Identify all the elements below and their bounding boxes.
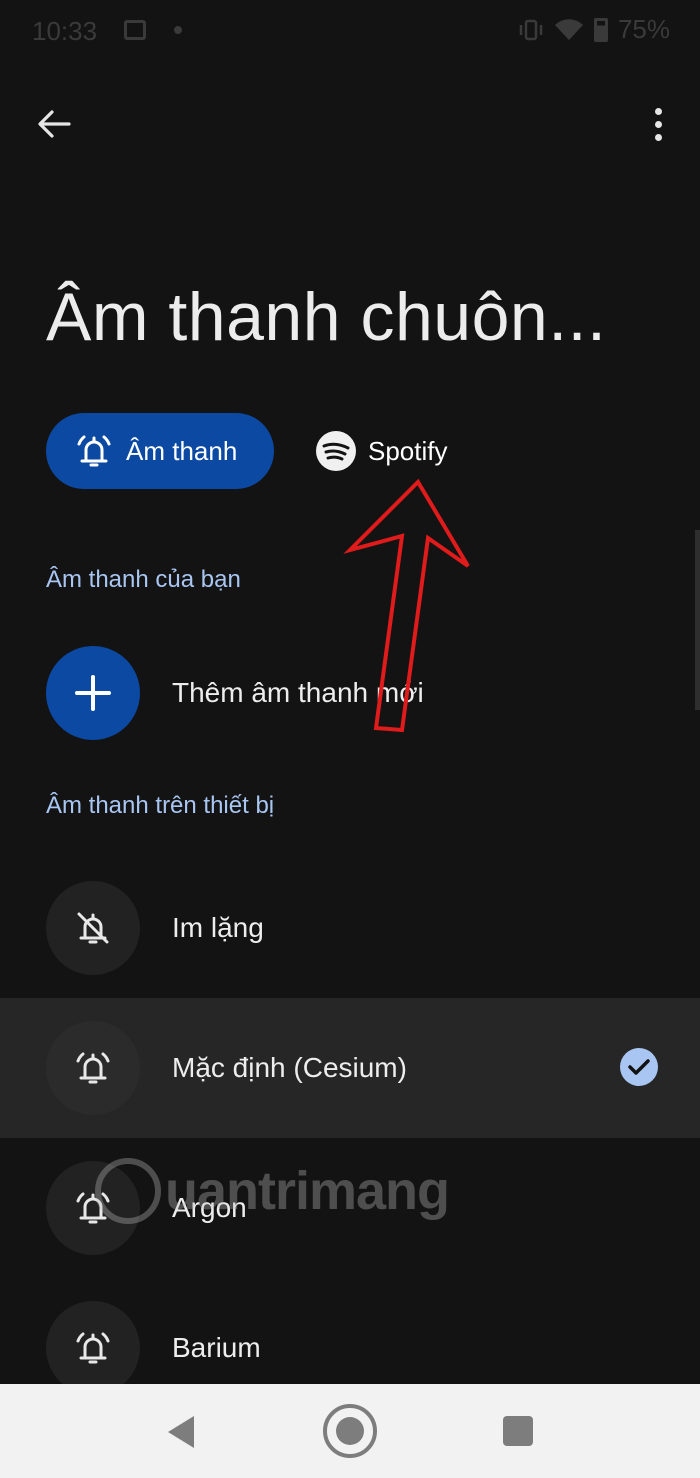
section-device-sounds: Âm thanh trên thiết bị [46,792,275,819]
status-time: 10:33 [32,16,98,46]
nav-home-icon[interactable] [323,1404,377,1458]
alarm-bell-icon [77,435,111,467]
battery-percent: 75% [617,14,670,44]
navigation-bar [0,1384,700,1478]
status-right: 75% [518,14,670,45]
battery-icon [593,17,608,42]
more-vert-icon [654,107,662,115]
chip-sounds[interactable]: Âm thanh [46,413,274,489]
status-bar: 10:33 75% [0,0,700,60]
chip-sounds-label: Âm thanh [126,435,238,466]
spotify-icon [316,431,356,471]
vibrate-icon [519,19,543,40]
watermark: uantrimang [95,1158,450,1224]
watermark-text: uantrimang [165,1161,450,1221]
sound-label: Barium [172,1332,261,1363]
image-notification-icon [124,20,146,40]
plus-icon [46,646,140,740]
alarm-bell-icon [46,1021,140,1115]
lightbulb-icon [95,1158,161,1224]
check-circle-icon [620,1048,658,1086]
alarm-bell-icon [46,1301,140,1395]
top-app-bar [0,80,700,168]
chip-spotify-label: Spotify [368,435,448,466]
sound-label: Im lặng [172,912,264,943]
more-options-button[interactable] [638,96,678,152]
page-title: Âm thanh chuôn... [46,279,607,355]
sound-label: Mặc định (Cesium) [172,1052,407,1083]
arrow-back-icon [38,110,71,138]
nav-recents-icon[interactable] [503,1416,533,1446]
wifi-icon [554,18,583,40]
sound-item-silent[interactable]: Im lặng [0,858,700,998]
notification-dot-icon [174,26,182,34]
bell-off-icon [46,881,140,975]
annotation-arrow-icon [343,478,470,733]
sound-item-default[interactable]: Mặc định (Cesium) [0,998,700,1138]
section-your-sounds: Âm thanh của bạn [46,566,241,593]
nav-back-icon[interactable] [168,1416,194,1448]
scroll-indicator[interactable] [695,530,700,710]
back-button[interactable] [26,96,82,152]
